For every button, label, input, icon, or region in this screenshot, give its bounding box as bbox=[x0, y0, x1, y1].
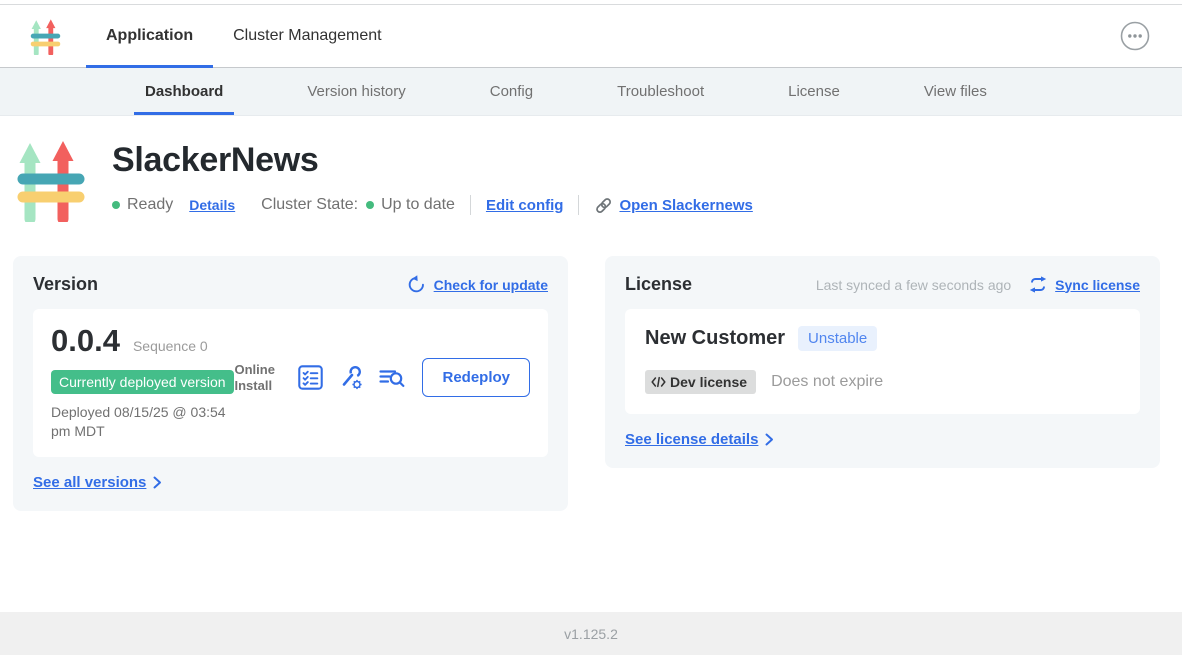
open-app-label: Open Slackernews bbox=[619, 197, 752, 214]
license-type-label: Dev license bbox=[670, 374, 747, 390]
version-card: Version Check for update 0.0.4 Sequence … bbox=[13, 256, 568, 511]
console-version-text: v1.125.2 bbox=[564, 626, 618, 642]
app-subnav: Dashboard Version history Config Trouble… bbox=[0, 68, 1182, 116]
subnav-version-history-label: Version history bbox=[307, 83, 405, 100]
ellipsis-icon bbox=[1120, 21, 1150, 51]
refresh-icon bbox=[407, 275, 426, 294]
install-type-label: Online Install bbox=[234, 362, 284, 393]
wrench-gear-icon bbox=[337, 364, 365, 392]
subnav-view-files-label: View files bbox=[924, 83, 987, 100]
cluster-state-dot bbox=[366, 201, 374, 209]
open-app-link[interactable]: Open Slackernews bbox=[594, 196, 752, 215]
see-license-details-label: See license details bbox=[625, 431, 758, 448]
cluster-state-value: Up to date bbox=[381, 196, 455, 214]
subnav-dashboard-label: Dashboard bbox=[145, 83, 223, 100]
version-card-title: Version bbox=[33, 274, 98, 295]
tab-application[interactable]: Application bbox=[86, 5, 213, 67]
dashboard-cards: Version Check for update 0.0.4 Sequence … bbox=[0, 256, 1182, 511]
divider bbox=[470, 195, 471, 215]
check-for-update-label: Check for update bbox=[434, 277, 548, 293]
see-license-details-link[interactable]: See license details bbox=[625, 431, 1140, 448]
tab-application-label: Application bbox=[106, 27, 193, 45]
subnav-license-label: License bbox=[788, 83, 840, 100]
edit-config-icon-button[interactable] bbox=[337, 364, 365, 392]
subnav-item-config[interactable]: Config bbox=[479, 68, 544, 115]
app-status-text: Ready bbox=[127, 196, 173, 214]
current-version-panel: 0.0.4 Sequence 0 Currently deployed vers… bbox=[33, 309, 548, 457]
page-title: SlackerNews bbox=[112, 141, 753, 180]
see-all-versions-label: See all versions bbox=[33, 474, 146, 491]
channel-badge: Unstable bbox=[798, 326, 877, 351]
customer-name: New Customer bbox=[645, 327, 785, 350]
sync-arrows-icon bbox=[1028, 276, 1048, 293]
deployed-status-badge: Currently deployed version bbox=[51, 370, 234, 394]
app-logo-icon bbox=[30, 18, 61, 55]
preflight-checks-button[interactable] bbox=[297, 364, 324, 391]
deployed-timestamp: Deployed 08/15/25 @ 03:54 pm MDT bbox=[51, 403, 234, 441]
see-all-versions-link[interactable]: See all versions bbox=[33, 474, 548, 491]
console-footer: v1.125.2 bbox=[0, 612, 1182, 655]
check-for-update-link[interactable]: Check for update bbox=[407, 275, 548, 294]
status-details-link[interactable]: Details bbox=[189, 197, 235, 213]
subnav-item-version-history[interactable]: Version history bbox=[296, 68, 416, 115]
cluster-state-label: Cluster State: bbox=[261, 196, 358, 214]
version-number: 0.0.4 bbox=[51, 323, 120, 359]
subnav-item-dashboard[interactable]: Dashboard bbox=[134, 68, 234, 115]
subnav-troubleshoot-label: Troubleshoot bbox=[617, 83, 704, 100]
view-logs-button[interactable] bbox=[378, 364, 407, 391]
license-expiration: Does not expire bbox=[771, 373, 883, 391]
license-card-title: License bbox=[625, 274, 692, 295]
subnav-config-label: Config bbox=[490, 83, 533, 100]
chevron-right-icon bbox=[153, 476, 162, 489]
subnav-item-license[interactable]: License bbox=[777, 68, 851, 115]
redeploy-button[interactable]: Redeploy bbox=[422, 358, 530, 397]
top-navbar: Application Cluster Management bbox=[0, 4, 1182, 68]
tab-cluster-management[interactable]: Cluster Management bbox=[213, 5, 402, 67]
sync-license-link[interactable]: Sync license bbox=[1028, 276, 1140, 293]
license-type-badge: Dev license bbox=[645, 370, 756, 394]
last-synced-text: Last synced a few seconds ago bbox=[816, 277, 1011, 293]
version-sequence: Sequence 0 bbox=[133, 338, 208, 354]
top-nav-tabs: Application Cluster Management bbox=[86, 5, 402, 67]
sync-license-label: Sync license bbox=[1055, 277, 1140, 293]
overflow-menu-button[interactable] bbox=[1120, 21, 1150, 51]
chain-link-icon bbox=[594, 196, 613, 215]
code-brackets-icon bbox=[651, 376, 666, 388]
license-card: License Last synced a few seconds ago Sy… bbox=[605, 256, 1160, 468]
divider bbox=[578, 195, 579, 215]
subnav-item-view-files[interactable]: View files bbox=[913, 68, 998, 115]
subnav-item-troubleshoot[interactable]: Troubleshoot bbox=[606, 68, 715, 115]
app-header: SlackerNews Ready Details Cluster State:… bbox=[0, 116, 1182, 222]
license-details-panel: New Customer Unstable Dev lice bbox=[625, 309, 1140, 414]
app-logo-icon-large bbox=[16, 138, 86, 222]
checklist-icon bbox=[297, 364, 324, 391]
chevron-right-icon bbox=[765, 433, 774, 446]
app-status-dot bbox=[112, 201, 120, 209]
logs-magnifier-icon bbox=[378, 364, 407, 391]
edit-config-link[interactable]: Edit config bbox=[486, 197, 564, 214]
tab-cluster-management-label: Cluster Management bbox=[233, 27, 382, 45]
